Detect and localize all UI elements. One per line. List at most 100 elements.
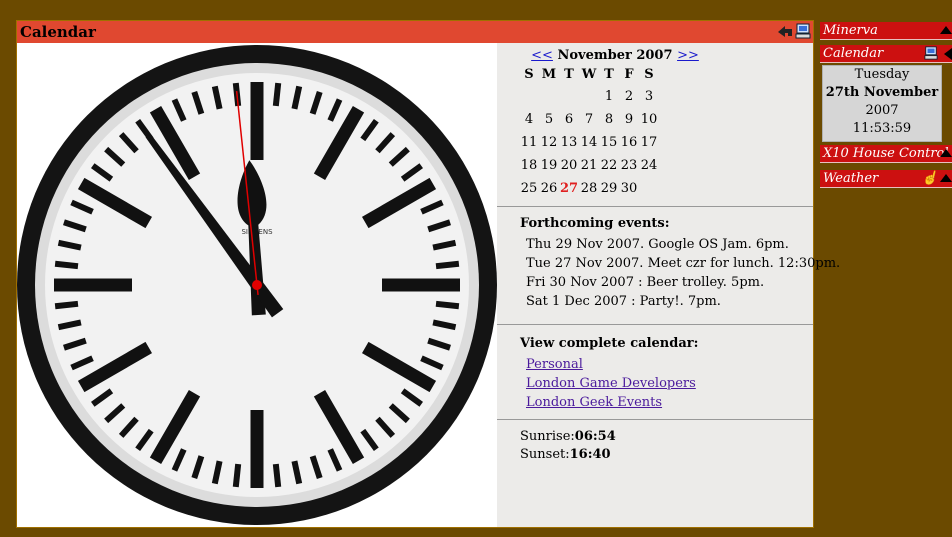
calendar-link[interactable]: London Game Developers — [526, 374, 813, 393]
weekday-header: T — [604, 67, 614, 82]
calendar-empty-cell — [559, 85, 579, 108]
calendar-day[interactable]: 10 — [639, 108, 659, 131]
month-label: November 2007 — [557, 48, 673, 63]
calendar-day[interactable]: 22 — [599, 154, 619, 177]
event-item: Tue 27 Nov 2007. Meet czr for lunch. 12:… — [526, 256, 841, 271]
collapse-up-icon[interactable] — [940, 174, 952, 182]
calendar-link[interactable]: London Geek Events — [526, 393, 813, 412]
widget-calendar-body: Tuesday 27th November 2007 11:53:59 — [822, 65, 942, 142]
calendar-empty-cell — [579, 85, 599, 108]
calendar-day[interactable]: 17 — [639, 131, 659, 154]
event-item: Sat 1 Dec 2007 : Party!. 7pm. — [526, 294, 721, 309]
calendar-panel: Calendar SIEMENS << November 2007 >> SMT… — [16, 20, 841, 528]
weekday-header: S — [524, 67, 534, 82]
weekday-header: T — [564, 67, 574, 82]
event-item: Thu 29 Nov 2007. Google OS Jam. 6pm. — [526, 237, 789, 252]
minute-marker — [232, 463, 242, 488]
calendar-day[interactable]: 30 — [619, 177, 639, 200]
clock-center-pin — [252, 280, 262, 290]
calendar-day[interactable]: 25 — [519, 177, 539, 200]
calendar-day[interactable]: 16 — [619, 131, 639, 154]
sunset-value: 16:40 — [569, 447, 611, 462]
weekday-header: F — [624, 67, 634, 82]
next-month-link[interactable]: >> — [677, 48, 699, 63]
minute-marker — [54, 300, 79, 310]
calendar-empty-cell — [519, 85, 539, 108]
calendar-day[interactable]: 26 — [539, 177, 559, 200]
minute-marker — [272, 82, 282, 107]
calendar-title-bar: Calendar — [17, 21, 813, 43]
minute-marker — [54, 260, 79, 270]
widget-x10-bar[interactable]: X10 House Control — [820, 145, 952, 163]
calendar-day[interactable]: 1 — [599, 85, 619, 108]
sun-times: Sunrise:06:54 Sunset:16:40 — [497, 428, 813, 464]
calendar-day[interactable]: 14 — [579, 131, 599, 154]
calendar-day[interactable]: 7 — [579, 108, 599, 131]
month-navigation: << November 2007 >> — [417, 48, 813, 63]
widget-weather-label: Weather — [823, 171, 879, 186]
calendar-empty-cell — [639, 177, 659, 200]
calendar-day[interactable]: 20 — [559, 154, 579, 177]
calendar-day[interactable]: 19 — [539, 154, 559, 177]
calendar-day[interactable]: 5 — [539, 108, 559, 131]
calendar-day[interactable]: 12 — [539, 131, 559, 154]
calendar-day[interactable]: 4 — [519, 108, 539, 131]
sunrise-label: Sunrise: — [520, 429, 575, 444]
calendar-day[interactable]: 13 — [559, 131, 579, 154]
calendar-title: Calendar — [20, 23, 96, 41]
sunset-label: Sunset: — [520, 447, 570, 462]
minute-marker — [435, 300, 460, 310]
calendar-day[interactable]: 23 — [619, 154, 639, 177]
widget-minerva-bar[interactable]: Minerva — [820, 22, 952, 40]
widget-date: 27th November — [825, 85, 939, 100]
widget-x10-label: X10 House Control — [823, 146, 949, 161]
divider — [497, 419, 813, 420]
events-title: Forthcoming events: — [520, 216, 670, 231]
calendar-link[interactable]: Personal — [526, 355, 813, 374]
event-item: Fri 30 Nov 2007 : Beer trolley. 5pm. — [526, 275, 765, 290]
calendar-day[interactable]: 24 — [639, 154, 659, 177]
calendar-day[interactable]: 11 — [519, 131, 539, 154]
hand-pointer-icon: ☝ — [921, 171, 938, 186]
widget-calendar-bar[interactable]: Calendar — [820, 45, 952, 63]
events-list: Thu 29 Nov 2007. Google OS Jam. 6pm. Tue … — [497, 235, 841, 311]
wall-clock: SIEMENS — [17, 43, 497, 527]
computer-icon[interactable] — [924, 46, 938, 66]
widget-time: 11:53:59 — [852, 121, 912, 136]
complete-calendar-title: View complete calendar: — [520, 336, 699, 351]
collapse-left-icon[interactable] — [944, 48, 952, 60]
widget-minerva-label: Minerva — [823, 23, 878, 38]
weekday-header: S — [644, 67, 654, 82]
prev-month-link[interactable]: << — [531, 48, 553, 63]
back-arrow-icon[interactable] — [777, 23, 793, 39]
calendar-day[interactable]: 9 — [619, 108, 639, 131]
calendar-day[interactable]: 2 — [619, 85, 639, 108]
widget-weather-bar[interactable]: Weather ☝ — [820, 170, 952, 188]
calendar-day[interactable]: 8 — [599, 108, 619, 131]
collapse-up-icon[interactable] — [940, 26, 952, 34]
collapse-up-icon[interactable] — [940, 149, 952, 157]
divider — [497, 206, 813, 207]
calendar-day[interactable]: 21 — [579, 154, 599, 177]
minute-marker — [272, 463, 282, 488]
calendar-sidebar: << November 2007 >> SMTWTFS 1 2 3 4 5 6 7 8 9 10 1… — [497, 43, 841, 527]
calendar-day[interactable]: 15 — [599, 131, 619, 154]
calendar-day[interactable]: 18 — [519, 154, 539, 177]
calendar-day[interactable]: 3 — [639, 85, 659, 108]
calendar-day-today[interactable]: 27 — [559, 177, 579, 200]
month-grid: SMTWTFS 1 2 3 4 5 6 7 8 9 10 11 12 13 14 15 16 17 18 19 20 2… — [519, 64, 659, 200]
calendar-links: Personal London Game Developers London Gee… — [497, 355, 813, 412]
minute-marker — [435, 260, 460, 270]
sunrise-value: 06:54 — [574, 429, 616, 444]
divider — [497, 324, 813, 325]
widget-day: Tuesday — [854, 67, 910, 82]
calendar-day[interactable]: 28 — [579, 177, 599, 200]
weekday-header: M — [541, 67, 557, 82]
widget-calendar-label: Calendar — [823, 46, 884, 61]
weekday-header: W — [581, 67, 597, 82]
calendar-empty-cell — [539, 85, 559, 108]
computer-icon[interactable] — [795, 23, 811, 39]
calendar-day[interactable]: 29 — [599, 177, 619, 200]
calendar-day[interactable]: 6 — [559, 108, 579, 131]
widget-year: 2007 — [865, 103, 899, 118]
